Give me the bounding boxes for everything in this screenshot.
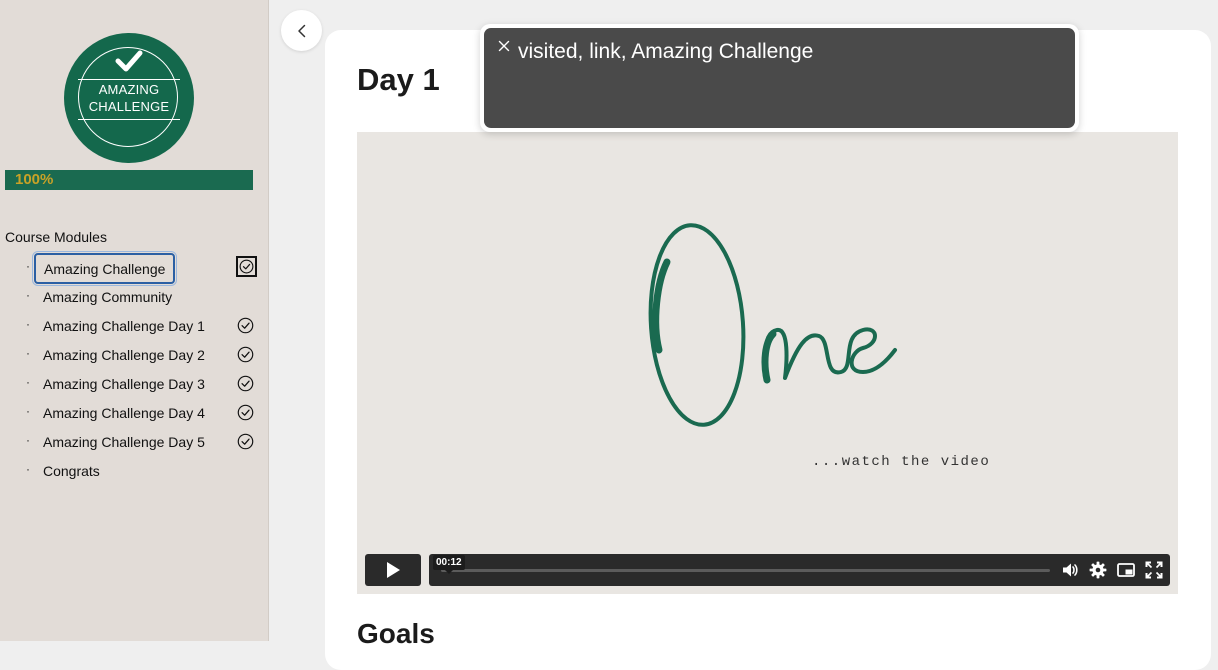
module-item-day-2: · Amazing Challenge Day 2 — [20, 340, 260, 369]
module-item-day-5: · Amazing Challenge Day 5 — [20, 427, 260, 456]
progress-bar: 100% — [5, 170, 253, 190]
module-link[interactable]: Amazing Challenge Day 5 — [43, 434, 205, 450]
play-button[interactable] — [365, 554, 421, 586]
logo-divider — [78, 119, 180, 120]
module-item-amazing-challenge: · Amazing Challenge — [20, 253, 260, 284]
logo-text: AMAZING CHALLENGE — [64, 81, 194, 115]
module-link[interactable]: Amazing Challenge Day 4 — [43, 405, 205, 421]
module-item-day-4: · Amazing Challenge Day 4 — [20, 398, 260, 427]
module-item-congrats: · Congrats — [20, 456, 260, 485]
check-circle-icon[interactable] — [236, 256, 257, 277]
list-bullet: · — [26, 288, 30, 302]
video-tagline: ...watch the video — [812, 454, 991, 470]
module-link[interactable]: Amazing Challenge Day 2 — [43, 347, 205, 363]
voiceover-caption-panel: visited, link, Amazing Challenge — [480, 24, 1079, 132]
time-tooltip: 00:12 — [433, 555, 465, 574]
list-bullet: · — [26, 433, 30, 447]
logo-text-line1: AMAZING — [98, 82, 160, 97]
module-link[interactable]: Amazing Challenge Day 3 — [43, 376, 205, 392]
check-circle-icon — [237, 404, 254, 421]
fullscreen-icon[interactable] — [1145, 561, 1163, 579]
play-icon — [387, 562, 400, 578]
list-bullet: · — [26, 317, 30, 331]
module-item-day-3: · Amazing Challenge Day 3 — [20, 369, 260, 398]
check-circle-icon — [237, 433, 254, 450]
volume-icon[interactable] — [1061, 561, 1079, 579]
video-controls: 00:12 — [365, 554, 1170, 586]
module-list: · Amazing Challenge · Amazing Community … — [20, 253, 260, 485]
module-link[interactable]: Congrats — [43, 463, 100, 479]
module-link[interactable]: Amazing Community — [43, 289, 172, 305]
section-heading-goals: Goals — [357, 618, 435, 649]
back-button[interactable] — [281, 10, 322, 51]
check-circle-icon — [237, 346, 254, 363]
logo-text-line2: CHALLENGE — [88, 99, 170, 114]
progress-label: 100% — [15, 171, 54, 188]
list-bullet: · — [26, 375, 30, 389]
control-bar: 00:12 — [429, 554, 1170, 586]
list-bullet: · — [26, 404, 30, 418]
picture-in-picture-icon[interactable] — [1117, 561, 1135, 579]
modules-heading: Course Modules — [5, 229, 107, 245]
course-logo: AMAZING CHALLENGE — [64, 33, 194, 163]
voiceover-caption-text: visited, link, Amazing Challenge — [518, 40, 814, 63]
check-circle-icon — [237, 317, 254, 334]
page-title: Day 1 — [357, 62, 440, 97]
voiceover-caption-body: visited, link, Amazing Challenge — [484, 28, 1075, 128]
video-player[interactable]: ...watch the video 00:12 — [357, 132, 1178, 594]
logo-check-icon — [115, 50, 143, 72]
logo-divider — [78, 79, 180, 80]
check-circle-icon — [237, 375, 254, 392]
module-item-day-1: · Amazing Challenge Day 1 — [20, 311, 260, 340]
chevron-left-icon — [297, 24, 305, 37]
module-item-amazing-community: · Amazing Community — [20, 282, 260, 311]
list-bullet: · — [26, 346, 30, 360]
list-bullet: · — [26, 259, 30, 273]
list-bullet: · — [26, 462, 30, 476]
close-icon[interactable] — [498, 39, 510, 52]
module-link[interactable]: Amazing Challenge — [34, 253, 176, 284]
video-artwork — [648, 223, 897, 427]
module-link[interactable]: Amazing Challenge Day 1 — [43, 318, 205, 334]
seek-bar[interactable]: 00:12 — [433, 555, 1050, 574]
sidebar: AMAZING CHALLENGE 100% Course Modules · … — [0, 0, 269, 641]
gear-icon[interactable] — [1089, 561, 1107, 579]
